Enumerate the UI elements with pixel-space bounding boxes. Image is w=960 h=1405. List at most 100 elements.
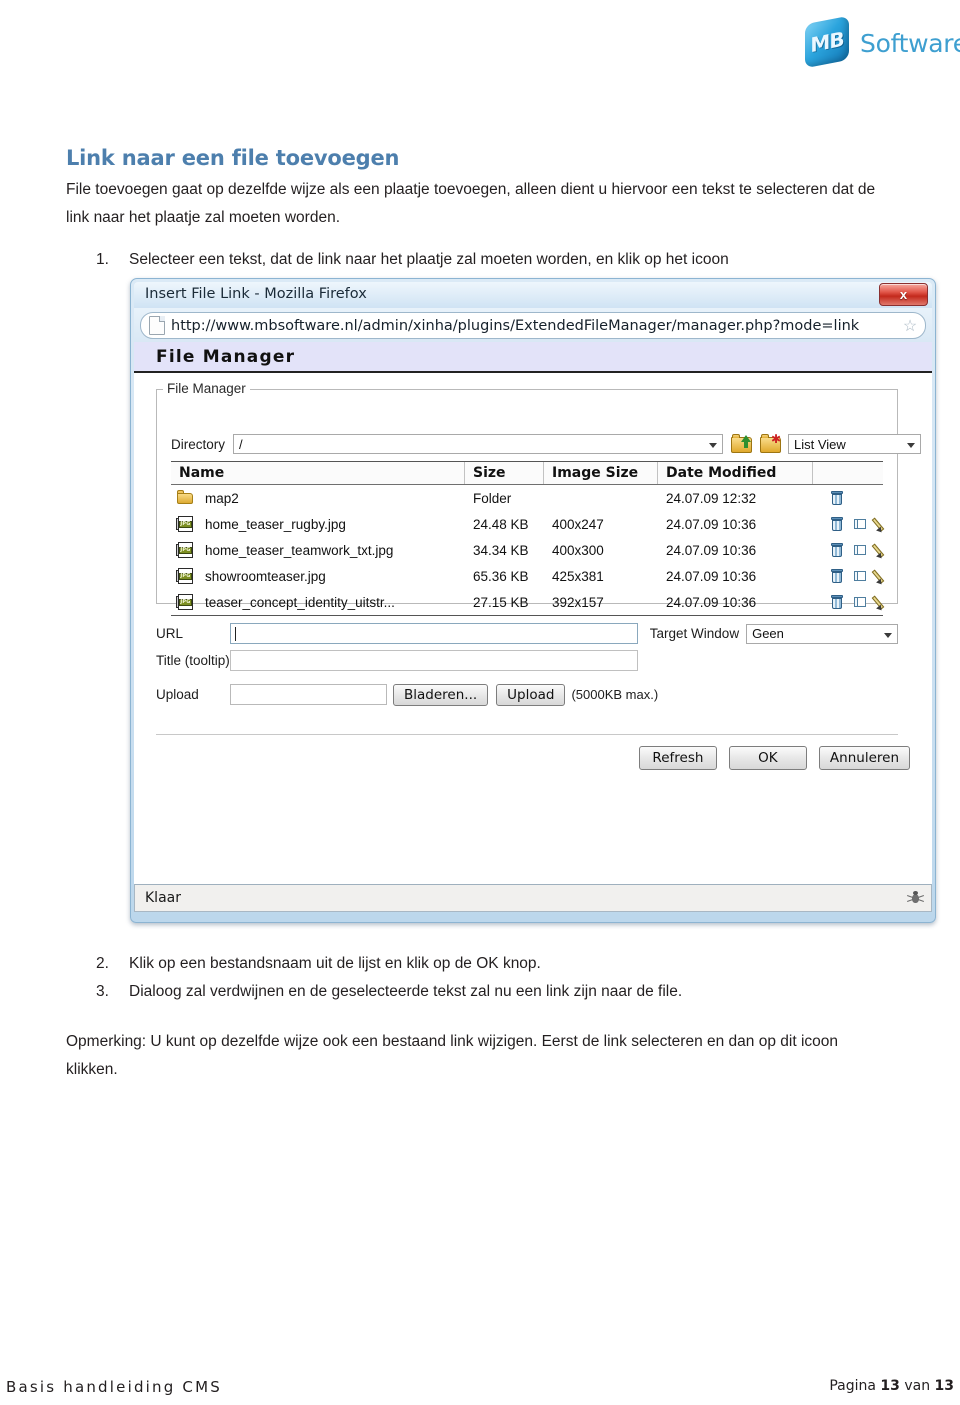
refresh-button[interactable]: Refresh xyxy=(638,746,717,770)
column-header-date[interactable]: Date Modified xyxy=(658,462,813,484)
firefox-dialog-window: Insert File Link - Mozilla Firefox x htt… xyxy=(130,278,936,923)
file-table: Name Size Image Size Date Modified map2 … xyxy=(171,461,885,616)
table-row[interactable]: JPG home_teaser_teamwork_txt.jpg 34.34 K… xyxy=(171,537,885,563)
bookmark-star-icon[interactable]: ☆ xyxy=(899,316,921,336)
view-mode-select[interactable]: List View xyxy=(788,434,922,454)
table-row[interactable]: JPG home_teaser_rugby.jpg 24.48 KB 400x2… xyxy=(171,511,885,537)
cell-date: 24.07.09 10:36 xyxy=(666,516,757,532)
navigation-toolbar: http://www.mbsoftware.nl/admin/xinha/plu… xyxy=(134,308,932,342)
cell-actions xyxy=(813,563,885,589)
title-row: Title (tooltip) xyxy=(156,647,898,674)
upload-file-input[interactable] xyxy=(230,684,387,705)
file-manager-heading: File Manager xyxy=(134,342,932,373)
upload-label: Upload xyxy=(156,687,199,702)
page-icon xyxy=(149,316,165,335)
new-folder-icon[interactable]: ✱ xyxy=(759,433,781,454)
file-name[interactable]: teaser_concept_identity_uitstr... xyxy=(205,595,395,610)
cell-size: 65.36 KB xyxy=(473,568,529,584)
column-header-size[interactable]: Size xyxy=(465,462,544,484)
jpg-file-icon: JPG xyxy=(176,542,194,558)
step-text: Klik op een bestandsnaam uit de lijst en… xyxy=(129,955,541,972)
column-header-name[interactable]: Name xyxy=(171,462,465,484)
list-item: 3. Dialoog zal verdwijnen en de geselect… xyxy=(66,978,890,1006)
delete-icon[interactable] xyxy=(830,490,844,506)
delete-icon[interactable] xyxy=(830,594,844,610)
link-form: URL Target Window Geen Title (tooltip) U… xyxy=(156,620,898,708)
directory-label: Directory xyxy=(171,436,226,452)
step-number: 1. xyxy=(96,251,109,268)
brand-wordmark: Software xyxy=(860,28,960,58)
file-name[interactable]: showroomteaser.jpg xyxy=(205,569,326,584)
cell-date: 24.07.09 10:36 xyxy=(666,594,757,610)
cube-label: MB xyxy=(810,26,844,58)
cell-name[interactable]: JPG teaser_concept_identity_uitstr... xyxy=(171,589,465,615)
upload-button[interactable]: Upload xyxy=(496,683,566,706)
footer-page-prefix: Pagina xyxy=(829,1378,881,1394)
directory-select[interactable]: / xyxy=(233,434,724,454)
cancel-button[interactable]: Annuleren xyxy=(818,746,910,770)
go-up-folder-icon[interactable] xyxy=(730,434,753,454)
title-input[interactable] xyxy=(230,650,638,671)
brand-logo: MB Software xyxy=(800,14,960,72)
step-text: Dialoog zal verdwijnen en de geselecteer… xyxy=(129,983,683,1000)
mb-cube-icon: MB xyxy=(800,15,856,69)
ok-button[interactable]: OK xyxy=(728,746,807,770)
target-window-select[interactable]: Geen xyxy=(746,623,898,644)
column-header-actions xyxy=(813,462,883,484)
steps-list-bottom: 2. Klik op een bestandsnaam uit de lijst… xyxy=(66,950,890,1006)
text-caret xyxy=(235,627,236,641)
cell-size: 24.48 KB xyxy=(473,516,529,532)
cell-actions xyxy=(813,511,885,537)
folder-icon xyxy=(177,490,194,506)
url-input[interactable] xyxy=(230,623,638,644)
edit-icon[interactable] xyxy=(871,516,890,535)
window-title: Insert File Link - Mozilla Firefox xyxy=(145,286,367,302)
resize-icon[interactable] xyxy=(853,516,867,532)
footer-page-middle: van xyxy=(899,1378,935,1394)
column-header-image-size[interactable]: Image Size xyxy=(544,462,658,484)
title-label: Title (tooltip) xyxy=(156,653,230,668)
table-row[interactable]: JPG showroomteaser.jpg 65.36 KB 425x381 … xyxy=(171,563,885,589)
browse-button[interactable]: Bladeren... xyxy=(393,683,489,706)
url-bar[interactable]: http://www.mbsoftware.nl/admin/xinha/plu… xyxy=(140,312,926,339)
cell-name[interactable]: JPG home_teaser_rugby.jpg xyxy=(171,511,465,537)
file-name[interactable]: home_teaser_teamwork_txt.jpg xyxy=(205,543,393,558)
step-text: Selecteer een tekst, dat de link naar he… xyxy=(129,251,729,268)
jpg-file-icon: JPG xyxy=(176,568,194,584)
document-body-lower: 2. Klik op een bestandsnaam uit de lijst… xyxy=(66,950,890,1084)
resize-icon[interactable] xyxy=(853,568,867,584)
bug-icon[interactable] xyxy=(907,890,925,906)
upload-size-note: (5000KB max.) xyxy=(571,687,659,702)
status-bar: Klaar xyxy=(134,884,932,912)
edit-icon[interactable] xyxy=(871,542,890,561)
table-row[interactable]: JPG teaser_concept_identity_uitstr... 27… xyxy=(171,589,885,615)
url-text[interactable]: http://www.mbsoftware.nl/admin/xinha/plu… xyxy=(171,318,899,334)
edit-icon[interactable] xyxy=(871,568,890,587)
cell-name[interactable]: JPG home_teaser_teamwork_txt.jpg xyxy=(171,537,465,563)
resize-icon[interactable] xyxy=(853,542,867,558)
table-row[interactable]: map2 Folder 24.07.09 12:32 xyxy=(171,485,883,511)
jpg-file-icon: JPG xyxy=(176,516,194,532)
cell-name[interactable]: map2 xyxy=(171,485,465,511)
resize-icon[interactable] xyxy=(853,594,867,610)
url-label: URL xyxy=(156,626,184,641)
cell-image-size: 400x247 xyxy=(552,516,604,532)
page-content: File Manager File Manager Directory / ✱ xyxy=(134,342,932,884)
delete-icon[interactable] xyxy=(830,542,844,558)
status-text: Klaar xyxy=(145,890,181,906)
cell-size: Folder xyxy=(473,490,512,506)
cell-name[interactable]: JPG showroomteaser.jpg xyxy=(171,563,465,589)
cell-image-size: 392x157 xyxy=(552,594,604,610)
cell-actions xyxy=(813,589,885,615)
window-titlebar: Insert File Link - Mozilla Firefox x xyxy=(134,282,932,308)
delete-icon[interactable] xyxy=(830,568,844,584)
steps-list-top: 1. Selecteer een tekst, dat de link naar… xyxy=(66,246,890,274)
edit-icon[interactable] xyxy=(871,594,890,613)
cell-size: 27.15 KB xyxy=(473,594,529,610)
target-window-label: Target Window xyxy=(649,626,740,641)
file-name[interactable]: home_teaser_rugby.jpg xyxy=(205,517,346,532)
delete-icon[interactable] xyxy=(830,516,844,532)
file-name[interactable]: map2 xyxy=(205,491,239,506)
close-button[interactable]: x xyxy=(879,283,928,306)
cell-date: 24.07.09 10:36 xyxy=(666,568,757,584)
